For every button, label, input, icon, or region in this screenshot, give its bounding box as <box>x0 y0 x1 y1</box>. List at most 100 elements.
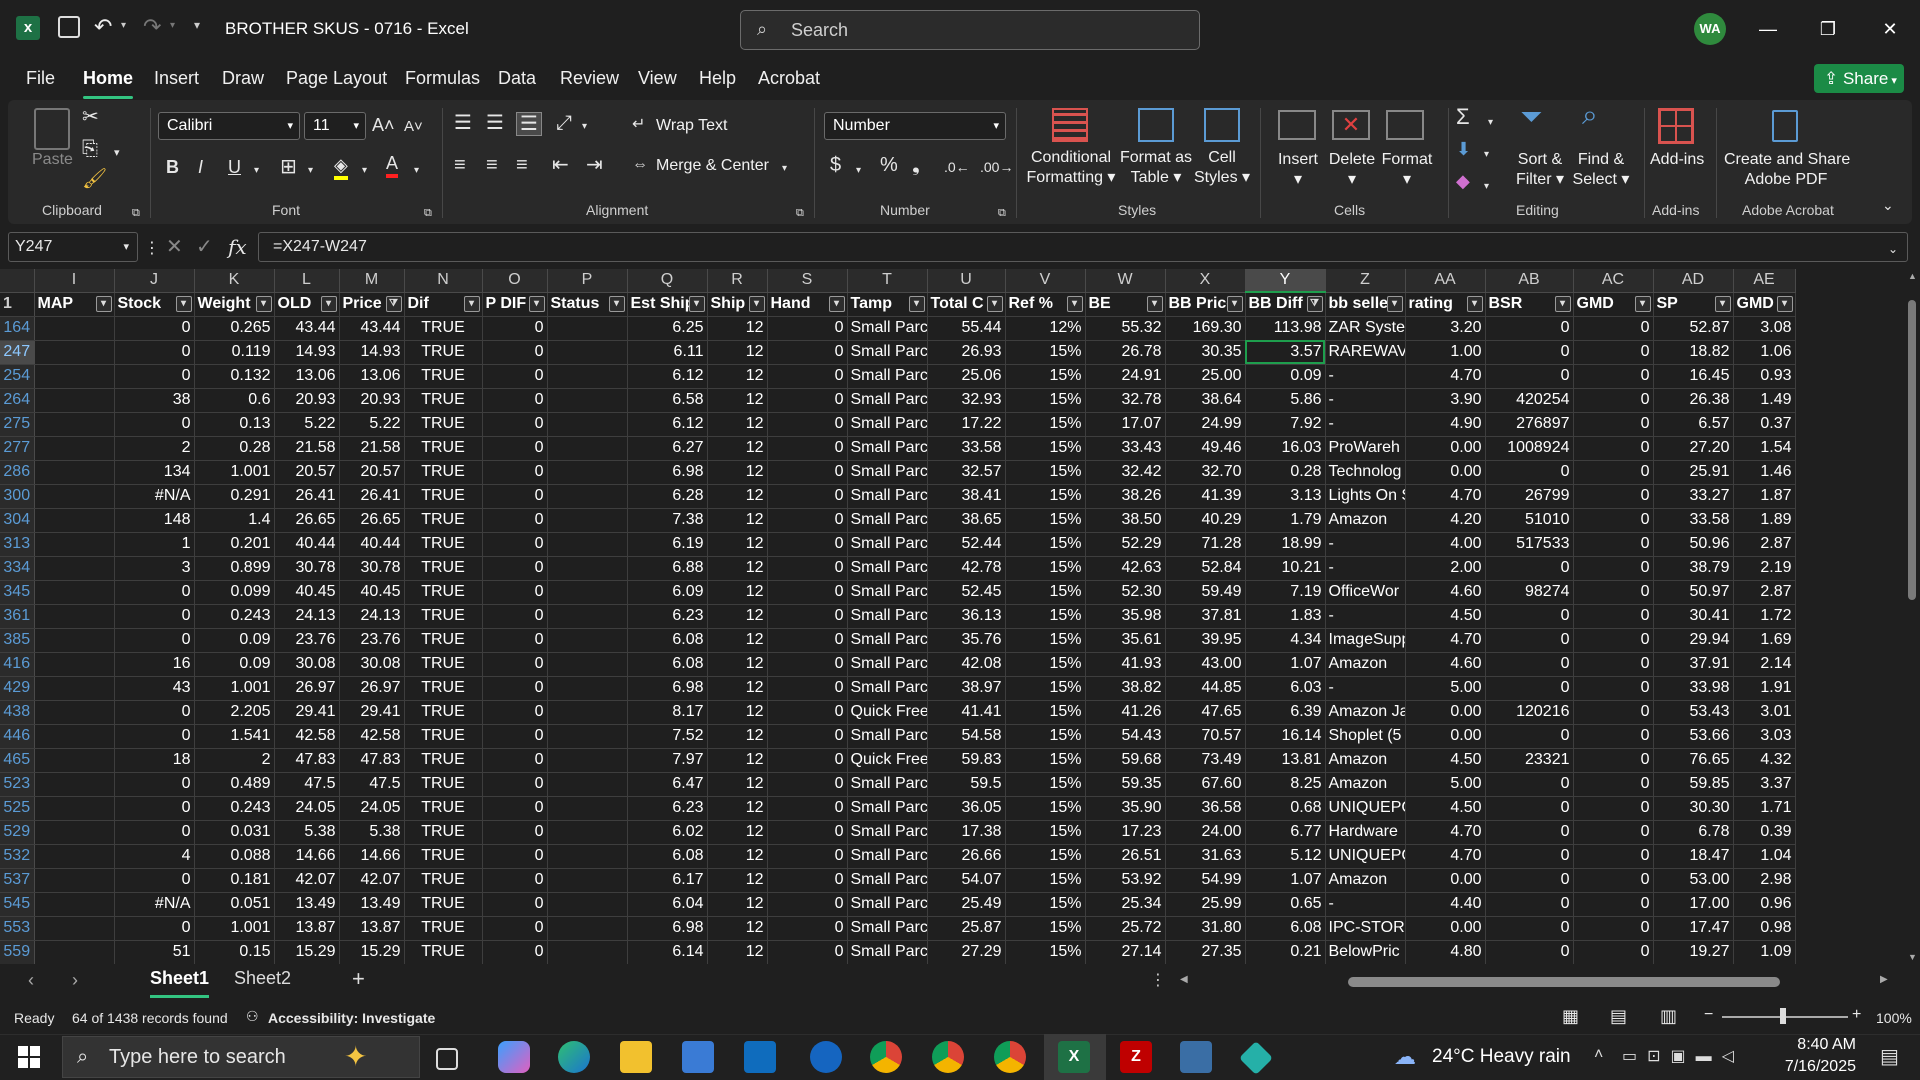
cell[interactable] <box>547 676 628 701</box>
wrap-text-button[interactable]: Wrap Text <box>656 116 727 136</box>
cell[interactable]: 0 <box>114 412 195 437</box>
fill-color-dropdown-icon[interactable]: ▾ <box>362 160 367 182</box>
field-header[interactable]: GMD S ▾ <box>1733 292 1796 317</box>
cell[interactable]: 0 <box>1573 676 1654 701</box>
zoom-slider-thumb[interactable] <box>1780 1008 1786 1024</box>
cell[interactable]: 25.34 <box>1085 892 1166 917</box>
conditional-formatting-button[interactable]: Conditional Formatting ▾ <box>1026 148 1116 188</box>
tab-draw[interactable]: Draw <box>222 68 264 89</box>
cell[interactable] <box>34 556 115 581</box>
cell[interactable]: 169.30 <box>1165 316 1246 341</box>
field-header[interactable]: BE ▾ <box>1085 292 1166 317</box>
cell[interactable]: 32.42 <box>1085 460 1166 485</box>
cell[interactable]: 0 <box>482 604 548 629</box>
cell[interactable]: 12 <box>707 724 768 749</box>
cell[interactable]: 15% <box>1005 556 1086 581</box>
cell[interactable]: 30.08 <box>274 652 340 677</box>
cancel-entry-icon[interactable]: ✕ <box>166 236 183 258</box>
cell[interactable]: 2.205 <box>194 700 275 725</box>
cell[interactable]: 0 <box>1573 340 1654 365</box>
cell[interactable]: Amazon Ja <box>1325 700 1406 725</box>
cell[interactable]: 0 <box>1485 340 1574 365</box>
weather-icon[interactable]: ☁ <box>1394 1044 1416 1070</box>
field-header[interactable]: Est Ship ▾ <box>627 292 708 317</box>
cell[interactable]: 32.70 <box>1165 460 1246 485</box>
cell[interactable]: 38.64 <box>1165 388 1246 413</box>
cell[interactable]: 8.25 <box>1245 772 1326 797</box>
cell[interactable]: TRUE <box>404 604 483 629</box>
field-header[interactable]: Status ▾ <box>547 292 628 317</box>
cell[interactable]: 36.58 <box>1165 796 1246 821</box>
sheet-tab-sheet2[interactable]: Sheet2 <box>234 968 291 989</box>
cell[interactable]: 15% <box>1005 652 1086 677</box>
cell[interactable]: 25.91 <box>1653 460 1734 485</box>
cell[interactable]: 23321 <box>1485 748 1574 773</box>
cell[interactable]: 0 <box>1485 628 1574 653</box>
cell[interactable]: 5.12 <box>1245 844 1326 869</box>
cell[interactable]: 33.43 <box>1085 436 1166 461</box>
cell[interactable]: 6.57 <box>1653 412 1734 437</box>
cell[interactable]: 6.08 <box>627 844 708 869</box>
collapse-ribbon-icon[interactable]: ⌄ <box>1882 194 1894 216</box>
cell[interactable]: 0 <box>767 556 848 581</box>
cell[interactable]: 4.40 <box>1405 892 1486 917</box>
undo-icon[interactable]: ↶ <box>94 14 112 40</box>
cell[interactable]: 26.38 <box>1653 388 1734 413</box>
cell[interactable] <box>547 388 628 413</box>
cell[interactable]: 51010 <box>1485 508 1574 533</box>
cell[interactable]: 54.58 <box>927 724 1006 749</box>
cell[interactable]: 12 <box>707 532 768 557</box>
cell[interactable]: 0.243 <box>194 796 275 821</box>
find-select-button[interactable]: Find & Select ▾ <box>1568 150 1634 190</box>
cell[interactable]: 47.5 <box>339 772 405 797</box>
cell[interactable]: 24.13 <box>274 604 340 629</box>
cell[interactable]: 0 <box>114 916 195 941</box>
cell[interactable]: 43.00 <box>1165 652 1246 677</box>
cell[interactable]: 21.58 <box>274 436 340 461</box>
cell[interactable]: 59.85 <box>1653 772 1734 797</box>
cell[interactable]: 37.81 <box>1165 604 1246 629</box>
currency-dropdown-icon[interactable]: ▾ <box>856 160 861 182</box>
cell[interactable]: 35.90 <box>1085 796 1166 821</box>
cell[interactable] <box>547 436 628 461</box>
cell[interactable]: 12 <box>707 604 768 629</box>
field-header[interactable]: Price ⧩ <box>339 292 405 317</box>
cell[interactable] <box>34 724 115 749</box>
filter-dropdown-icon[interactable]: ▾ <box>748 295 765 312</box>
cell[interactable]: 0 <box>1485 796 1574 821</box>
cell[interactable]: 0 <box>114 604 195 629</box>
font-color-icon[interactable]: A <box>386 152 399 178</box>
cell[interactable]: TRUE <box>404 460 483 485</box>
cell[interactable]: 0 <box>1573 652 1654 677</box>
cell[interactable]: 12% <box>1005 316 1086 341</box>
cell[interactable]: Small Parc <box>847 364 928 389</box>
restore-icon[interactable]: ❐ <box>1808 10 1848 48</box>
cell[interactable]: 0 <box>482 652 548 677</box>
cell[interactable]: 12 <box>707 508 768 533</box>
decrease-font-icon[interactable]: A˅ <box>404 116 423 138</box>
cell[interactable]: 15% <box>1005 796 1086 821</box>
cell[interactable] <box>34 844 115 869</box>
field-header[interactable]: GMD ▾ <box>1573 292 1654 317</box>
cell[interactable]: 47.5 <box>274 772 340 797</box>
cell[interactable] <box>547 892 628 917</box>
cell[interactable]: 1.83 <box>1245 604 1326 629</box>
cell[interactable]: 29.41 <box>339 700 405 725</box>
cell[interactable]: 5.00 <box>1405 676 1486 701</box>
cell[interactable]: 19.27 <box>1653 940 1734 964</box>
cell[interactable]: 4.60 <box>1405 652 1486 677</box>
cell[interactable]: 1.07 <box>1245 652 1326 677</box>
cell[interactable]: 15% <box>1005 436 1086 461</box>
cell[interactable]: 43.44 <box>274 316 340 341</box>
prev-sheet-icon[interactable]: ‹ <box>28 970 34 991</box>
cell[interactable]: TRUE <box>404 700 483 725</box>
cell[interactable]: 5.22 <box>339 412 405 437</box>
cell[interactable]: 25.87 <box>927 916 1006 941</box>
cell[interactable]: 8.17 <box>627 700 708 725</box>
cell[interactable]: Small Parc <box>847 724 928 749</box>
cell[interactable]: 16.03 <box>1245 436 1326 461</box>
field-header[interactable]: MAP ▾ <box>34 292 115 317</box>
tab-file[interactable]: File <box>26 68 55 89</box>
cell[interactable]: 0 <box>1573 820 1654 845</box>
cell[interactable]: 15% <box>1005 868 1086 893</box>
